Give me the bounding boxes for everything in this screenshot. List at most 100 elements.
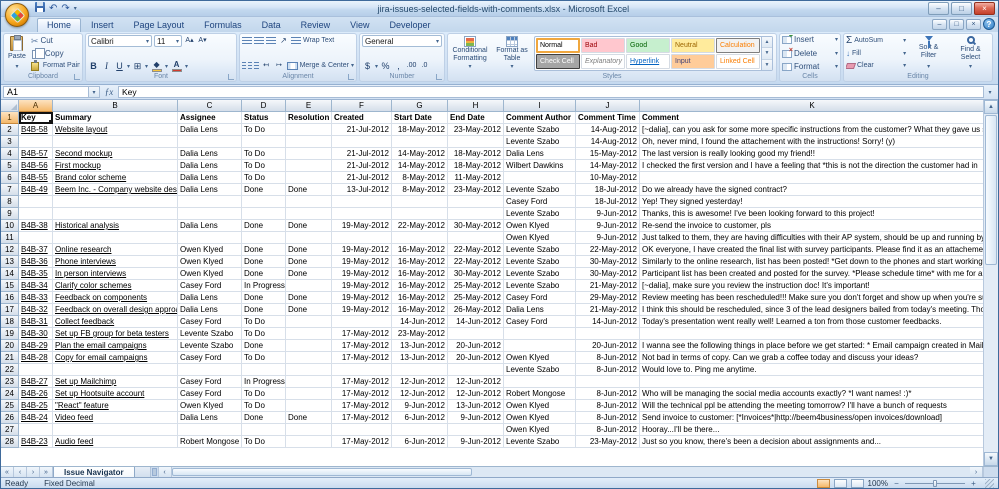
cell-J27[interactable]: 8-Jun-2012: [576, 424, 640, 436]
cell-F15[interactable]: 19-May-2012: [332, 280, 392, 292]
cell-B27[interactable]: [53, 424, 178, 436]
cell-B25[interactable]: "React" feature: [53, 400, 178, 412]
cell-E26[interactable]: Done: [286, 412, 332, 424]
cell-A22[interactable]: [19, 364, 53, 376]
cell-D14[interactable]: Done: [242, 268, 286, 280]
cell-A1[interactable]: Key: [19, 112, 53, 124]
cell-I3[interactable]: Levente Szabo: [504, 136, 576, 148]
cell-G9[interactable]: [392, 208, 448, 220]
column-header-K[interactable]: K: [640, 100, 983, 112]
cell-G28[interactable]: 6-Jun-2012: [392, 436, 448, 448]
cell-A3[interactable]: [19, 136, 53, 148]
cell-J21[interactable]: 8-Jun-2012: [576, 352, 640, 364]
cell-D17[interactable]: Done: [242, 304, 286, 316]
cell-F14[interactable]: 19-May-2012: [332, 268, 392, 280]
cell-G7[interactable]: 8-May-2012: [392, 184, 448, 196]
horizontal-scroll-track[interactable]: [472, 467, 970, 477]
cell-D24[interactable]: To Do: [242, 388, 286, 400]
increase-indent-button[interactable]: ↦: [274, 60, 285, 72]
cell-F28[interactable]: 17-May-2012: [332, 436, 392, 448]
cell-style-good[interactable]: Good: [626, 38, 670, 53]
ribbon-tab-home[interactable]: Home: [37, 18, 81, 32]
zoom-out-button[interactable]: −: [892, 479, 901, 488]
cell-I14[interactable]: Levente Szabo: [504, 268, 576, 280]
cell-D9[interactable]: [242, 208, 286, 220]
cell-B22[interactable]: [53, 364, 178, 376]
grow-font-button[interactable]: A▴: [184, 35, 195, 47]
cell-C6[interactable]: Dalia Lens: [178, 172, 242, 184]
cell-K23[interactable]: [640, 376, 983, 388]
align-bottom-icon[interactable]: [266, 37, 276, 45]
format-as-table-button[interactable]: Format as Table ▾: [493, 35, 531, 72]
cell-B18[interactable]: Collect feedback: [53, 316, 178, 328]
row-header-5[interactable]: 5: [1, 160, 19, 172]
cell-C2[interactable]: Dalia Lens: [178, 124, 242, 136]
cell-A9[interactable]: [19, 208, 53, 220]
cell-H16[interactable]: 25-May-2012: [448, 292, 504, 304]
fill-color-dropdown-icon[interactable]: ▾: [165, 63, 168, 70]
first-sheet-button[interactable]: «: [1, 467, 14, 477]
cell-B17[interactable]: Feedback on overall design approach: [53, 304, 178, 316]
cell-D2[interactable]: To Do: [242, 124, 286, 136]
row-header-28[interactable]: 28: [1, 436, 19, 448]
cell-G24[interactable]: 12-Jun-2012: [392, 388, 448, 400]
row-header-13[interactable]: 13: [1, 256, 19, 268]
cell-style-linked-cell[interactable]: Linked Cell: [716, 54, 760, 69]
cell-K15[interactable]: [~dalia], make sure you review the instr…: [640, 280, 983, 292]
cell-A18[interactable]: B4B-31: [19, 316, 53, 328]
cell-G5[interactable]: 14-May-2012: [392, 160, 448, 172]
gallery-scroll-up-icon[interactable]: ▲: [762, 37, 772, 48]
row-header-24[interactable]: 24: [1, 388, 19, 400]
redo-button[interactable]: ↷: [61, 3, 69, 15]
cell-C8[interactable]: [178, 196, 242, 208]
cell-H20[interactable]: 20-Jun-2012: [448, 340, 504, 352]
cell-A7[interactable]: B4B-49: [19, 184, 53, 196]
percent-style-button[interactable]: %: [380, 60, 391, 72]
cell-G2[interactable]: 18-May-2012: [392, 124, 448, 136]
cell-G12[interactable]: 16-May-2012: [392, 244, 448, 256]
vertical-scrollbar[interactable]: ▲ ▼: [983, 100, 998, 466]
cell-G6[interactable]: 8-May-2012: [392, 172, 448, 184]
cut-button[interactable]: ✂Cut: [31, 36, 80, 46]
close-button[interactable]: ×: [974, 2, 995, 15]
cell-B5[interactable]: First mockup: [53, 160, 178, 172]
cell-D25[interactable]: To Do: [242, 400, 286, 412]
cell-J20[interactable]: 20-Jun-2012: [576, 340, 640, 352]
cell-A28[interactable]: B4B-23: [19, 436, 53, 448]
ribbon-tab-view[interactable]: View: [340, 18, 379, 32]
cell-H28[interactable]: 9-Jun-2012: [448, 436, 504, 448]
bold-button[interactable]: B: [88, 60, 99, 72]
cell-style-calculation[interactable]: Calculation: [716, 38, 760, 53]
cell-B12[interactable]: Online research: [53, 244, 178, 256]
qat-customize-button[interactable]: ▾: [74, 3, 77, 15]
align-top-icon[interactable]: [242, 37, 252, 45]
column-header-D[interactable]: D: [242, 100, 286, 112]
cell-B10[interactable]: Historical analysis: [53, 220, 178, 232]
cell-B19[interactable]: Set up FB group for beta testers: [53, 328, 178, 340]
cell-J14[interactable]: 30-May-2012: [576, 268, 640, 280]
cell-I18[interactable]: Casey Ford: [504, 316, 576, 328]
insert-function-button[interactable]: ƒx: [100, 86, 118, 98]
zoom-in-button[interactable]: +: [969, 479, 978, 488]
cell-K8[interactable]: Yep! They signed yesterday!: [640, 196, 983, 208]
cell-K6[interactable]: [640, 172, 983, 184]
row-header-27[interactable]: 27: [1, 424, 19, 436]
last-sheet-button[interactable]: »: [40, 467, 53, 477]
minimize-button[interactable]: –: [928, 2, 949, 15]
cell-H10[interactable]: 30-May-2012: [448, 220, 504, 232]
cell-C24[interactable]: Casey Ford: [178, 388, 242, 400]
column-header-F[interactable]: F: [332, 100, 392, 112]
cell-K27[interactable]: Hooray...I'll be there...: [640, 424, 983, 436]
align-right-icon[interactable]: [254, 62, 258, 70]
save-button[interactable]: [35, 2, 45, 16]
cell-C19[interactable]: Levente Szabo: [178, 328, 242, 340]
scroll-left-icon[interactable]: ‹: [159, 467, 172, 477]
cell-J12[interactable]: 22-May-2012: [576, 244, 640, 256]
row-header-7[interactable]: 7: [1, 184, 19, 196]
column-header-B[interactable]: B: [53, 100, 178, 112]
cell-H23[interactable]: 12-Jun-2012: [448, 376, 504, 388]
cell-G23[interactable]: 12-Jun-2012: [392, 376, 448, 388]
cell-F7[interactable]: 13-Jul-2012: [332, 184, 392, 196]
vertical-scroll-track[interactable]: [984, 266, 998, 452]
undo-button[interactable]: ↶: [49, 3, 57, 15]
